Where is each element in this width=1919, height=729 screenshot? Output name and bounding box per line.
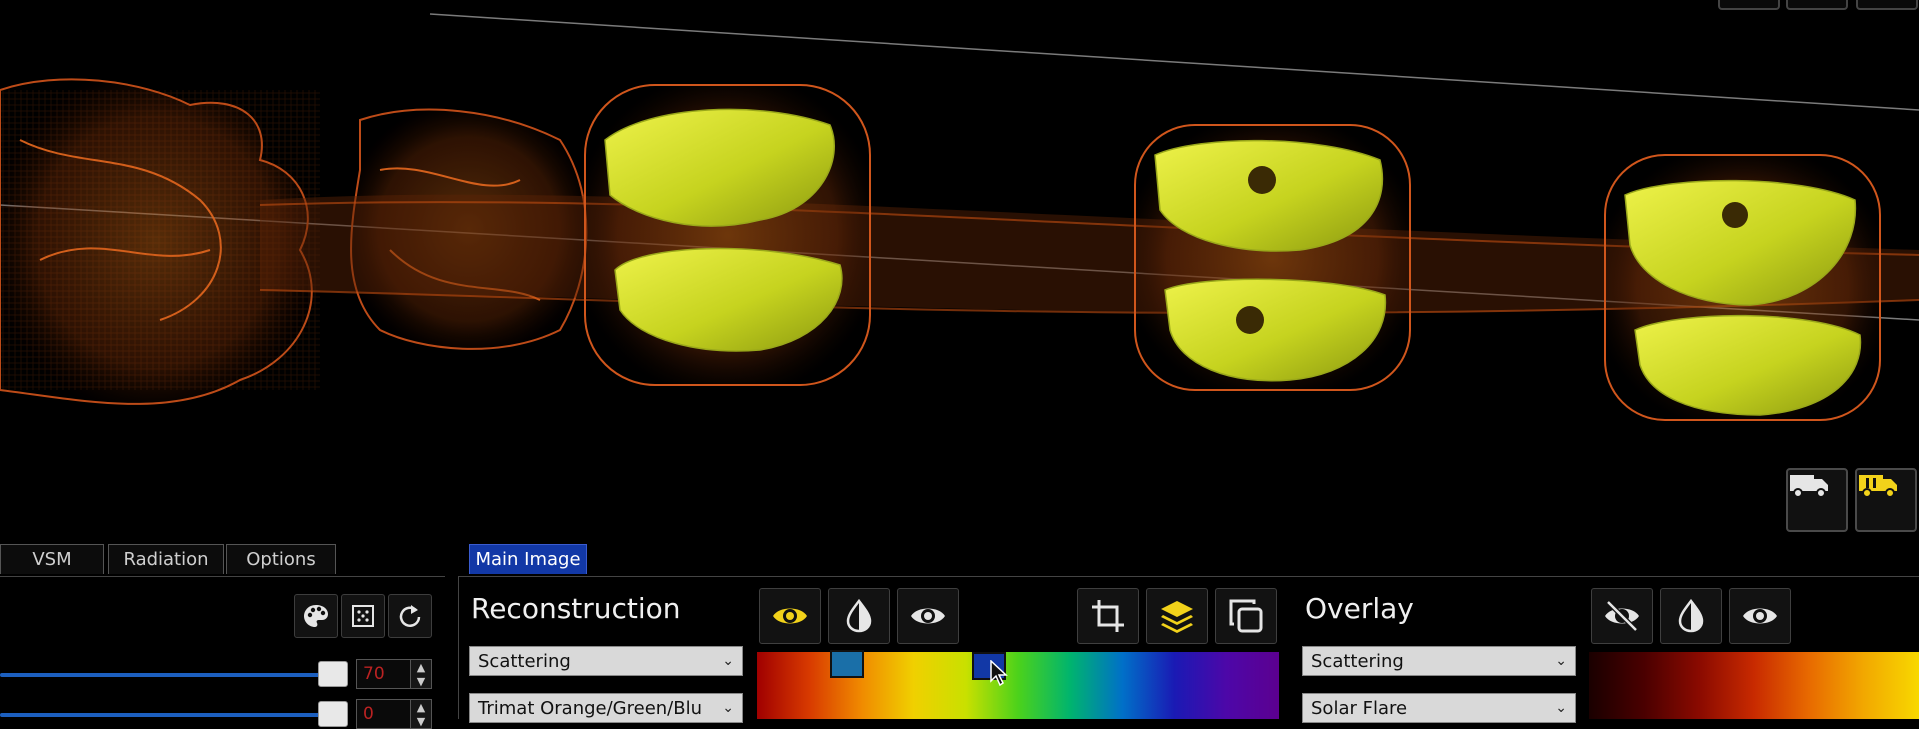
overlay-eye-button[interactable]: [1729, 588, 1791, 644]
reset-button[interactable]: [388, 594, 432, 638]
colorbar-marker-low[interactable]: [830, 650, 864, 678]
slider-2-track[interactable]: [0, 713, 320, 717]
top-toolbar-button[interactable]: [1856, 0, 1918, 10]
overlay-title: Overlay: [1305, 592, 1414, 625]
chevron-down-icon: ⌄: [722, 653, 734, 669]
overlay-colorbar[interactable]: [1589, 652, 1919, 719]
palette-button[interactable]: [294, 594, 338, 638]
eye-icon: [1743, 608, 1777, 624]
slider-1-value[interactable]: 70: [356, 659, 416, 689]
top-toolbar-button[interactable]: [1786, 0, 1848, 10]
truck-scan-button[interactable]: [1855, 468, 1917, 532]
slider-1-stepper[interactable]: ▲ ▼: [410, 659, 432, 689]
capsule-2: [1134, 124, 1411, 391]
grid-icon: [352, 605, 374, 627]
overlay-mode-value: Scattering: [1311, 650, 1404, 672]
overlay-colormap-value: Solar Flare: [1311, 697, 1408, 719]
reconstruction-visibility-button[interactable]: [759, 588, 821, 644]
eye-icon: [773, 608, 807, 624]
reset-icon: [399, 605, 421, 627]
chevron-down-icon: ⌄: [1555, 653, 1567, 669]
tab-radiation[interactable]: Radiation: [108, 544, 224, 574]
eye-off-icon: [1605, 600, 1639, 632]
contrast-icon: [846, 598, 872, 633]
reconstruction-viewport[interactable]: [0, 0, 1919, 540]
chevron-down-icon: ⌄: [1555, 700, 1567, 716]
truck-icon: [1790, 475, 1828, 498]
reconstruction-eye-button[interactable]: [897, 588, 959, 644]
scan-render: [0, 13, 1919, 421]
top-toolbar-button[interactable]: [1718, 0, 1780, 10]
slider-1-thumb[interactable]: [318, 661, 348, 687]
reconstruction-colormap-value: Trimat Orange/Green/Blu: [478, 697, 702, 719]
reconstruction-mode-select[interactable]: Scattering ⌄: [469, 646, 743, 676]
layers-button[interactable]: [1146, 588, 1208, 644]
layers-icon: [1161, 601, 1193, 633]
tab-options[interactable]: Options: [226, 544, 336, 574]
capsule-1: [584, 84, 871, 386]
slider-1-track[interactable]: [0, 673, 320, 677]
palette-icon: [304, 605, 328, 627]
reconstruction-mode-value: Scattering: [478, 650, 571, 672]
truck-view-button[interactable]: [1786, 468, 1848, 532]
mouse-cursor-icon: [990, 660, 1008, 686]
overlay-mode-select[interactable]: Scattering ⌄: [1302, 646, 1576, 676]
capsule-3: [1604, 154, 1881, 421]
reconstruction-title: Reconstruction: [471, 592, 681, 625]
slider-2-stepper[interactable]: ▲ ▼: [410, 699, 432, 729]
tab-vsm[interactable]: VSM: [0, 544, 104, 574]
crop-button[interactable]: [1077, 588, 1139, 644]
reconstruction-contrast-button[interactable]: [828, 588, 890, 644]
grid-button[interactable]: [341, 594, 385, 638]
copy-icon: [1229, 599, 1263, 633]
overlay-contrast-button[interactable]: [1660, 588, 1722, 644]
main-panel-border: [458, 576, 1919, 577]
slider-2-thumb[interactable]: [318, 701, 348, 727]
main-panel-border-left: [458, 576, 459, 719]
crop-icon: [1092, 600, 1124, 632]
chevron-down-icon: ⌄: [722, 700, 734, 716]
overlay-hide-button[interactable]: [1591, 588, 1653, 644]
tab-main-image[interactable]: Main Image: [469, 544, 587, 574]
left-panel-border: [0, 576, 445, 577]
eye-icon: [911, 608, 945, 624]
truck-icon: [1859, 475, 1897, 498]
contrast-icon: [1678, 598, 1704, 633]
slider-2-value[interactable]: 0: [356, 699, 416, 729]
copy-button[interactable]: [1215, 588, 1277, 644]
